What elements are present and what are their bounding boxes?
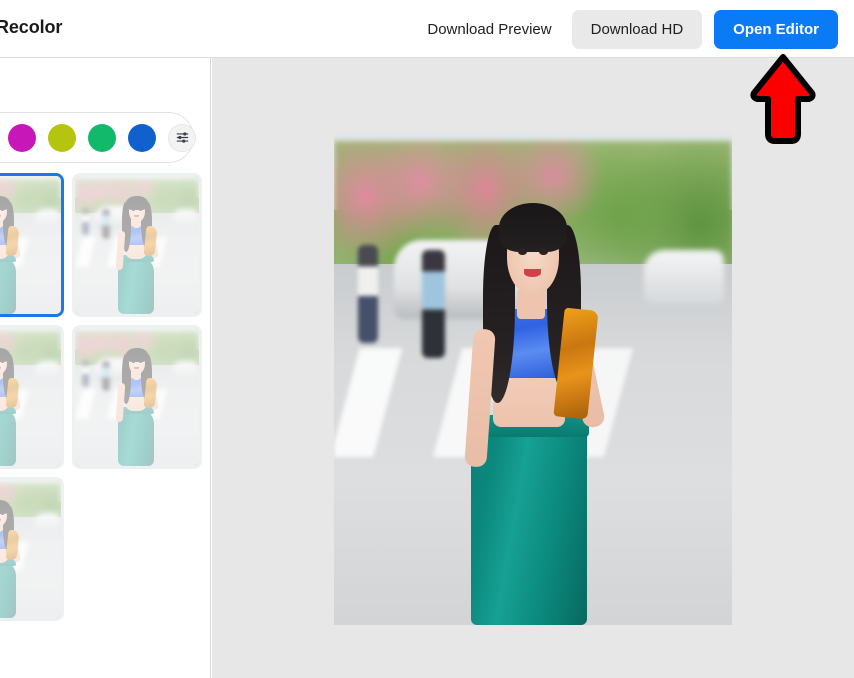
- photo-subject: [334, 131, 732, 625]
- sliders-icon[interactable]: [168, 123, 196, 152]
- subject-hair-bangs: [499, 202, 567, 253]
- swatch-blue[interactable]: [128, 123, 156, 152]
- subject-pants: [471, 417, 587, 625]
- variant-thumbnail-grid: [0, 173, 202, 621]
- app-header: Recolor Download Preview Download HD Ope…: [0, 0, 854, 58]
- header-actions: Download Preview Download HD Open Editor: [419, 0, 838, 58]
- variant-thumbnail-image: [75, 176, 199, 314]
- download-hd-button[interactable]: Download HD: [571, 9, 703, 49]
- swatch-yellow-green[interactable]: [48, 123, 76, 152]
- preview-canvas: [212, 58, 854, 678]
- preview-photo: [334, 131, 732, 625]
- variant-thumbnail-image: [75, 328, 199, 466]
- variant-thumbnail-3[interactable]: [0, 325, 64, 469]
- variant-thumbnail-image: [0, 176, 61, 314]
- variant-thumbnail-2[interactable]: [72, 173, 202, 317]
- variant-thumbnail-image: [0, 480, 61, 618]
- open-editor-button[interactable]: Open Editor: [714, 9, 838, 49]
- variant-thumbnail-1[interactable]: [0, 173, 64, 317]
- swatch-green[interactable]: [88, 123, 116, 152]
- app-root: Recolor Download Preview Download HD Ope…: [0, 0, 854, 678]
- sidebar: [0, 58, 211, 678]
- preview-image[interactable]: [334, 131, 732, 625]
- variant-thumbnail-4[interactable]: [72, 325, 202, 469]
- subject-eye-right: [539, 247, 549, 255]
- variant-thumbnail-image: [0, 328, 61, 466]
- page-title: Recolor: [0, 17, 63, 37]
- color-swatch-bar: [0, 112, 196, 163]
- subject-eye-left: [517, 247, 527, 255]
- download-preview-button[interactable]: Download Preview: [419, 12, 559, 47]
- swatch-magenta[interactable]: [8, 123, 36, 152]
- variant-thumbnail-5[interactable]: [0, 477, 64, 621]
